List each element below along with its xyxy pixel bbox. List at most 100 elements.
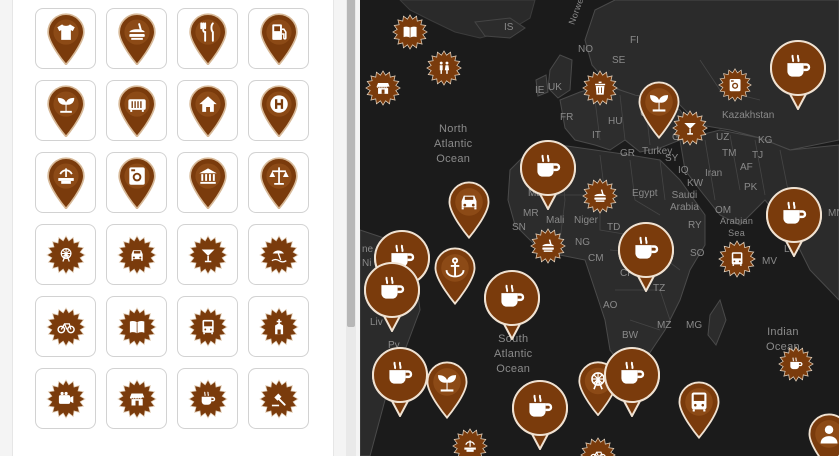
washer-icon: [718, 68, 752, 106]
ferris-wheel-icon: [45, 234, 86, 275]
map-marker-coffee[interactable]: [362, 260, 422, 337]
map-marker-bus[interactable]: [718, 240, 756, 283]
market-icon: [116, 378, 157, 419]
icon-option-ferris-wheel[interactable]: [35, 224, 96, 285]
map-marker-fastfood[interactable]: [582, 178, 618, 219]
country-label-is: IS: [504, 22, 514, 33]
scrollbar-thumb[interactable]: [347, 0, 355, 327]
cutlery-icon: [187, 12, 229, 66]
scrollbar[interactable]: [346, 0, 356, 456]
map-marker-coffee[interactable]: [616, 220, 676, 297]
fuel-icon: [258, 12, 300, 66]
toilets-icon: [426, 50, 462, 90]
country-label-sn: SN: [512, 222, 526, 233]
country-label-cm: CM: [588, 253, 604, 264]
icon-option-cutlery[interactable]: [177, 8, 238, 69]
map-marker-book[interactable]: [392, 14, 428, 55]
map-marker-trash[interactable]: [582, 70, 618, 111]
country-label-ao: AO: [603, 300, 618, 311]
icon-option-bus[interactable]: [177, 296, 238, 357]
country-label-kw: KW: [687, 178, 704, 189]
icon-option-fastfood[interactable]: [106, 8, 167, 69]
coffee-icon: [362, 262, 422, 336]
map-marker-coffee[interactable]: [602, 345, 662, 422]
country-label-it: IT: [592, 130, 601, 141]
icon-option-market[interactable]: [106, 368, 167, 429]
map-marker-anchor[interactable]: [432, 246, 478, 310]
country-label-iq: IQ: [678, 165, 689, 176]
cocktail-icon: [187, 234, 228, 275]
radiator-icon: [116, 84, 158, 138]
map-marker-bus[interactable]: [676, 380, 722, 444]
icon-option-washer[interactable]: [106, 152, 167, 213]
country-label-egypt: Egypt: [632, 188, 658, 199]
trash-icon: [582, 70, 618, 110]
camera-icon: [45, 378, 86, 419]
icon-option-plant[interactable]: [35, 80, 96, 141]
icon-option-radiator[interactable]: [106, 80, 167, 141]
icon-option-home[interactable]: [177, 80, 238, 141]
icon-option-fountain[interactable]: [35, 152, 96, 213]
map-marker-user[interactable]: [806, 412, 839, 456]
country-label-fr: FR: [560, 112, 574, 123]
market-icon: [365, 70, 401, 110]
icon-option-fuel[interactable]: [248, 8, 309, 69]
country-label-kazakhstan: Kazakhstan: [722, 110, 775, 121]
map-marker-fountain[interactable]: [452, 428, 488, 456]
map-marker-plant[interactable]: [424, 360, 470, 424]
icon-option-museum[interactable]: [177, 152, 238, 213]
church-icon: [258, 306, 299, 347]
icon-option-car[interactable]: [106, 224, 167, 285]
country-label-mn: MN: [828, 208, 839, 219]
coffee-icon: [482, 270, 542, 344]
auction-icon: [258, 378, 299, 419]
fastfood-icon: [116, 12, 158, 66]
map-marker-car[interactable]: [446, 180, 492, 244]
icon-grid: [35, 0, 311, 429]
fastfood-icon: [582, 178, 618, 218]
map-marker-washer[interactable]: [718, 68, 752, 107]
icon-option-bicycle[interactable]: [35, 296, 96, 357]
map-marker-coffee[interactable]: [482, 268, 542, 345]
beach-icon: [258, 234, 299, 275]
anchor-icon: [432, 247, 478, 309]
icon-option-tshirt[interactable]: [35, 8, 96, 69]
icon-option-auction[interactable]: [248, 368, 309, 429]
map-marker-cocktail[interactable]: [672, 110, 708, 151]
bicycle-icon: [45, 306, 86, 347]
country-label-ry: RY: [688, 220, 702, 231]
country-label-ng: NG: [575, 237, 590, 248]
map-marker-fastfood[interactable]: [530, 228, 566, 269]
cocktail-icon: [672, 110, 708, 150]
icon-option-beach[interactable]: [248, 224, 309, 285]
country-label-uz: UZ: [716, 132, 730, 143]
fastfood-icon: [530, 228, 566, 268]
icon-option-hospital[interactable]: [248, 80, 309, 141]
country-label-so: SO: [690, 248, 705, 259]
icon-option-coffee[interactable]: [177, 368, 238, 429]
icon-option-book[interactable]: [106, 296, 167, 357]
map-view[interactable]: IS NO FI SE IE UK FR IT HU GR Turkey SY IQ Iran Kazakh…: [360, 0, 839, 456]
map-marker-coffee[interactable]: [370, 345, 430, 422]
justice-icon: [258, 156, 300, 210]
hospital-icon: [258, 84, 300, 138]
icon-option-justice[interactable]: [248, 152, 309, 213]
icon-option-camera[interactable]: [35, 368, 96, 429]
country-label-pk: PK: [744, 182, 758, 193]
map-marker-coffee[interactable]: [768, 38, 828, 115]
ocean-label-north-atlantic: North Atlantic Ocean: [434, 123, 473, 165]
museum-icon: [187, 156, 229, 210]
bus-icon: [718, 240, 756, 282]
map-marker-toilets[interactable]: [426, 50, 462, 91]
map-marker-coffee[interactable]: [778, 346, 814, 387]
map-marker-coffee[interactable]: [510, 378, 570, 455]
icon-option-cocktail[interactable]: [177, 224, 238, 285]
country-label-ie: IE: [535, 85, 545, 96]
country-label-mali: Mali: [546, 215, 565, 226]
map-marker-market[interactable]: [365, 70, 401, 111]
map-marker-coffee[interactable]: [764, 185, 824, 262]
icon-option-church[interactable]: [248, 296, 309, 357]
map-marker-bicycle[interactable]: [580, 437, 616, 456]
book-icon: [116, 306, 157, 347]
map-marker-coffee[interactable]: [518, 138, 578, 215]
